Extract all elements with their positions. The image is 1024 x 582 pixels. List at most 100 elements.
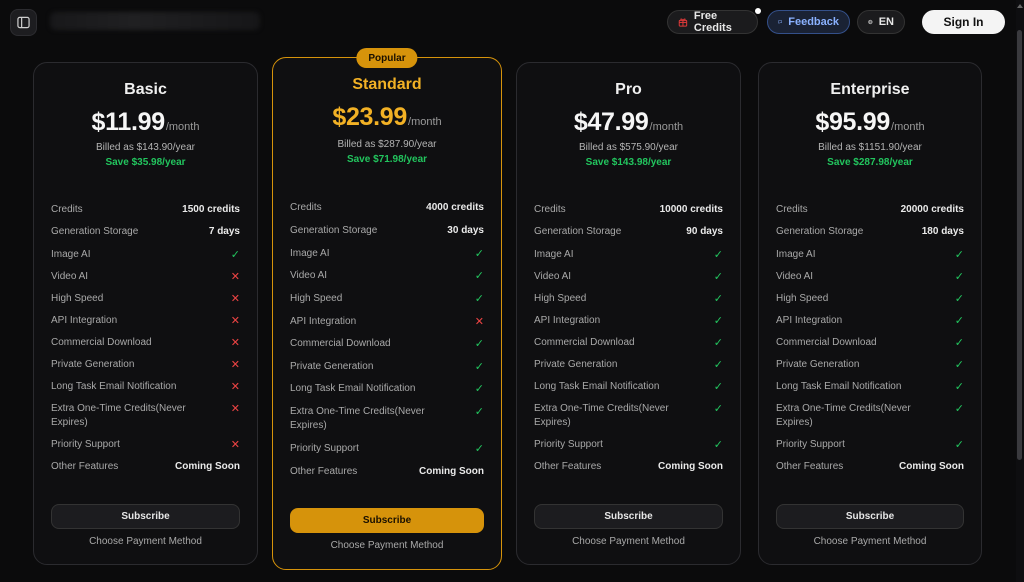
feature-label: Long Task Email Notification — [534, 381, 660, 392]
feature-label: API Integration — [290, 316, 357, 327]
feature-row-private-generation: Private Generation ✓ — [776, 358, 964, 372]
feature-label: High Speed — [776, 293, 829, 304]
feature-row-private-generation: Private Generation ✕ — [51, 358, 240, 372]
close-icon: ✕ — [474, 316, 484, 328]
subscribe-button[interactable]: Subscribe — [51, 504, 240, 529]
gift-icon — [678, 18, 688, 27]
feature-row-long-task-email-notification: Long Task Email Notification ✓ — [290, 382, 484, 396]
feature-row-priority-support: Priority Support ✓ — [534, 438, 723, 452]
plan-card-enterprise: Enterprise $95.99/month Billed as $1151.90… — [758, 62, 982, 565]
check-icon: ✓ — [954, 337, 964, 349]
subscribe-button[interactable]: Subscribe — [776, 504, 964, 529]
subscribe-button[interactable]: Subscribe — [290, 508, 484, 533]
plan-price: $95.99 — [815, 108, 891, 136]
check-icon: ✓ — [713, 439, 723, 451]
check-icon: ✓ — [954, 439, 964, 451]
plan-card-basic: Basic $11.99/month Billed as $143.90/year S… — [33, 62, 258, 565]
scrollbar-thumb[interactable] — [1017, 30, 1022, 460]
close-icon: ✕ — [230, 293, 240, 305]
choose-payment-method-link[interactable]: Choose Payment Method — [759, 536, 981, 547]
close-icon: ✕ — [230, 381, 240, 393]
feature-row-priority-support: Priority Support ✕ — [51, 438, 240, 452]
feature-row-high-speed: High Speed ✕ — [51, 292, 240, 306]
check-icon: ✓ — [713, 271, 723, 283]
price-line: $11.99/month — [34, 108, 257, 137]
feature-value: 30 days — [447, 225, 484, 236]
check-icon: ✓ — [954, 359, 964, 371]
choose-payment-method-link[interactable]: Choose Payment Method — [34, 536, 257, 547]
sign-in-button[interactable]: Sign In — [922, 10, 1005, 34]
free-credits-button[interactable]: Free Credits — [667, 10, 758, 34]
check-icon: ✓ — [954, 271, 964, 283]
feature-label: Image AI — [776, 249, 816, 260]
feedback-button[interactable]: Feedback — [767, 10, 850, 34]
feature-row-credits: Credits 4000 credits — [290, 201, 484, 215]
feature-label: Generation Storage — [776, 226, 864, 237]
feature-row-api-integration: API Integration ✓ — [534, 314, 723, 328]
feature-label: Image AI — [290, 248, 330, 259]
feature-value: 20000 credits — [900, 204, 964, 215]
feature-value: 90 days — [686, 226, 723, 237]
check-icon: ✓ — [713, 249, 723, 261]
feature-row-credits: Credits 20000 credits — [776, 203, 964, 217]
check-icon: ✓ — [713, 293, 723, 305]
globe-icon — [868, 19, 873, 25]
billed-annually-text: Billed as $143.90/year — [96, 142, 195, 153]
plan-name: Standard — [352, 76, 422, 93]
feature-label: High Speed — [290, 293, 343, 304]
check-icon: ✓ — [954, 403, 964, 415]
price-period: /month — [891, 121, 925, 133]
savings-text: Save $71.98/year — [346, 154, 428, 165]
feature-row-generation-storage: Generation Storage 30 days — [290, 224, 484, 238]
choose-payment-method-link[interactable]: Choose Payment Method — [273, 540, 501, 551]
feature-row-commercial-download: Commercial Download ✓ — [290, 337, 484, 351]
feature-label: Generation Storage — [534, 226, 622, 237]
close-icon: ✕ — [230, 359, 240, 371]
feature-label: API Integration — [534, 315, 601, 326]
feedback-label: Feedback — [788, 16, 839, 28]
feature-label: Extra One-Time Credits(Never Expires) — [776, 403, 911, 428]
plan-name: Basic — [124, 81, 167, 98]
feature-label: Priority Support — [290, 443, 359, 454]
feature-label: Commercial Download — [534, 337, 635, 348]
feature-label: Credits — [776, 204, 808, 215]
feature-label: Commercial Download — [51, 337, 152, 348]
check-icon: ✓ — [713, 337, 723, 349]
feature-row-api-integration: API Integration ✓ — [776, 314, 964, 328]
feature-row-extra-one-time-credits-never-expires: Extra One-Time Credits(Never Expires) ✓ — [290, 405, 484, 433]
feature-label: API Integration — [776, 315, 843, 326]
feature-label: Commercial Download — [776, 337, 877, 348]
choose-payment-method-link[interactable]: Choose Payment Method — [517, 536, 740, 547]
feature-label: Image AI — [51, 249, 91, 260]
sidebar-toggle-icon — [17, 16, 30, 29]
feature-label: Video AI — [534, 271, 572, 282]
feature-row-other-features: Other Features Coming Soon — [776, 460, 964, 474]
sidebar-toggle-button[interactable] — [10, 9, 37, 36]
plan-price: $47.99 — [573, 108, 649, 136]
top-bar: Free Credits Feedback EN Sign In — [0, 0, 1024, 44]
feature-label: Private Generation — [290, 361, 374, 372]
feature-value: 180 days — [921, 226, 964, 237]
feature-row-video-ai: Video AI ✓ — [776, 270, 964, 284]
feature-row-extra-one-time-credits-never-expires: Extra One-Time Credits(Never Expires) ✓ — [776, 402, 964, 430]
check-icon: ✓ — [230, 249, 240, 261]
language-selector[interactable]: EN — [857, 10, 905, 34]
feature-label: Priority Support — [534, 439, 603, 450]
close-icon: ✕ — [230, 403, 240, 415]
feature-value: 7 days — [208, 226, 240, 237]
feature-row-high-speed: High Speed ✓ — [776, 292, 964, 306]
feature-row-generation-storage: Generation Storage 180 days — [776, 225, 964, 239]
feature-label: Long Task Email Notification — [51, 381, 177, 392]
close-icon: ✕ — [230, 271, 240, 283]
feature-row-video-ai: Video AI ✓ — [290, 269, 484, 283]
feature-label: Commercial Download — [290, 338, 391, 349]
subscribe-button[interactable]: Subscribe — [534, 504, 723, 529]
feature-row-api-integration: API Integration ✕ — [290, 315, 484, 329]
feature-row-extra-one-time-credits-never-expires: Extra One-Time Credits(Never Expires) ✕ — [51, 402, 240, 430]
scroll-up-arrow-icon[interactable] — [1017, 4, 1023, 8]
feature-row-api-integration: API Integration ✕ — [51, 314, 240, 328]
check-icon: ✓ — [954, 381, 964, 393]
plan-card-pro: Pro $47.99/month Billed as $575.90/year Sav… — [516, 62, 741, 565]
feature-row-priority-support: Priority Support ✓ — [776, 438, 964, 452]
check-icon: ✓ — [474, 406, 484, 418]
